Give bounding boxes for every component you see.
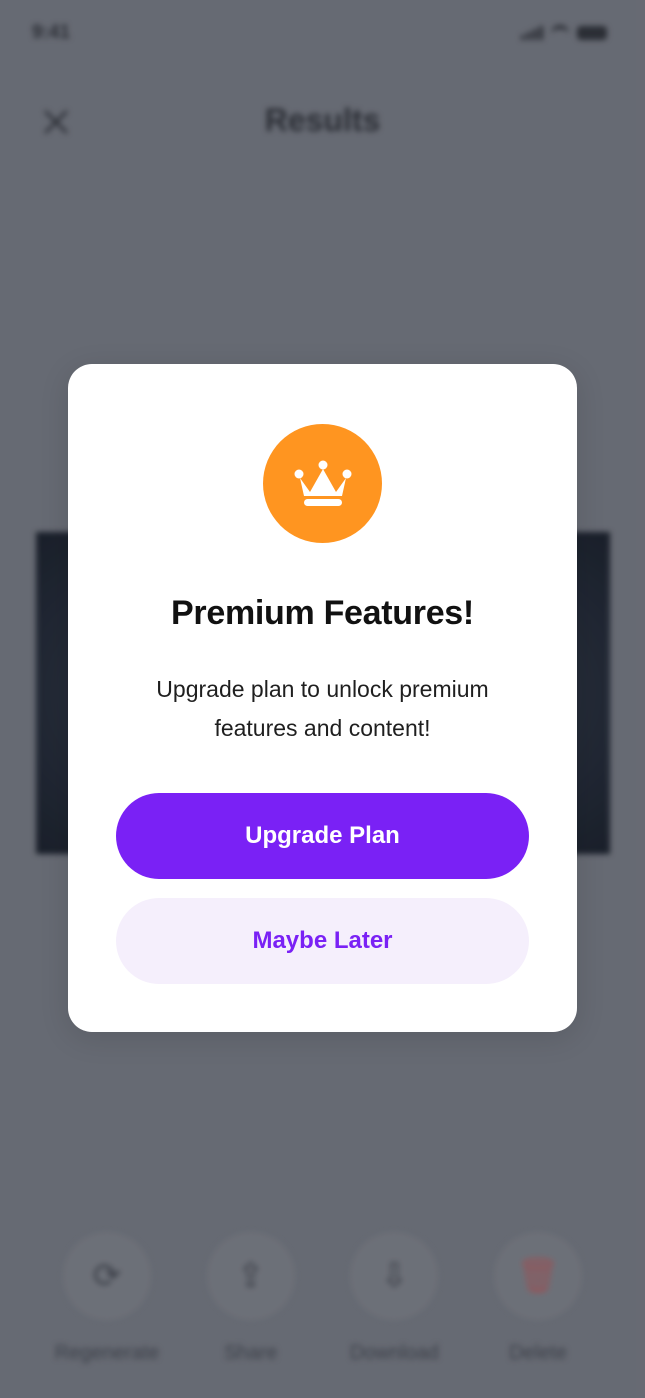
modal-title: Premium Features! (171, 594, 474, 632)
premium-modal: Premium Features! Upgrade plan to unlock… (68, 364, 577, 1032)
crown-badge (263, 424, 382, 543)
maybe-later-button[interactable]: Maybe Later (116, 898, 529, 984)
crown-icon (294, 460, 351, 506)
upgrade-plan-button[interactable]: Upgrade Plan (116, 793, 529, 879)
modal-description: Upgrade plan to unlock premium features … (156, 676, 489, 741)
